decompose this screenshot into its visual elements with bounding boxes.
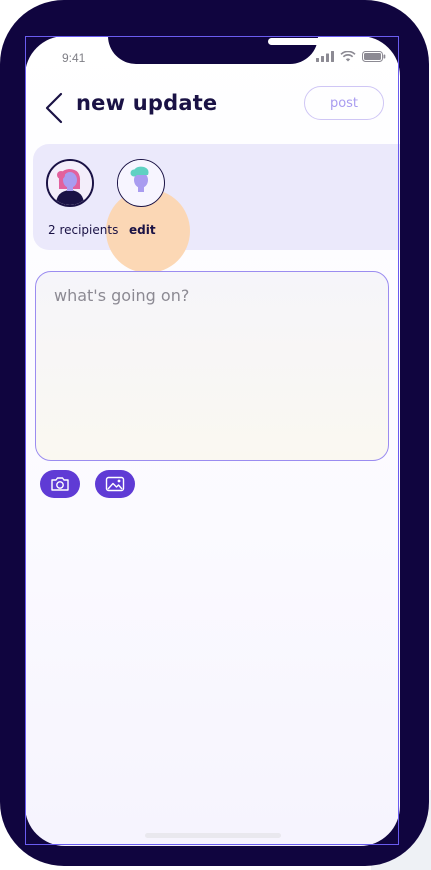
avatar-illustration [48,161,92,205]
wifi-icon [340,51,356,62]
speaker [268,38,322,45]
recipient-avatar-1[interactable] [46,159,94,207]
edit-recipients-link[interactable]: edit [129,223,156,237]
chevron-left-icon [45,92,63,124]
camera-button[interactable] [40,470,80,498]
status-time: 9:41 [62,51,86,65]
back-button[interactable] [42,91,66,125]
recipients-card: 2 recipients edit [33,144,400,273]
recipient-avatar-2[interactable] [117,159,165,207]
image-icon [105,476,125,492]
front-camera [336,36,348,47]
status-icons [316,51,386,62]
phone-frame: 9:41 new update post 2 recipients edit w… [0,0,429,866]
compose-placeholder: what's going on? [54,286,190,305]
app-screen: 9:41 new update post 2 recipients edit w… [25,36,400,846]
camera-icon [51,477,69,491]
notch [108,36,348,64]
image-upload-button[interactable] [95,470,135,498]
post-button[interactable]: post [304,86,384,120]
home-indicator [145,833,281,838]
cellular-signal-icon [316,51,334,62]
recipients-count: 2 recipients [48,223,119,237]
compose-input[interactable]: what's going on? [35,271,389,461]
page-title: new update [76,91,218,115]
avatar-illustration [118,160,163,205]
battery-icon [362,51,386,62]
